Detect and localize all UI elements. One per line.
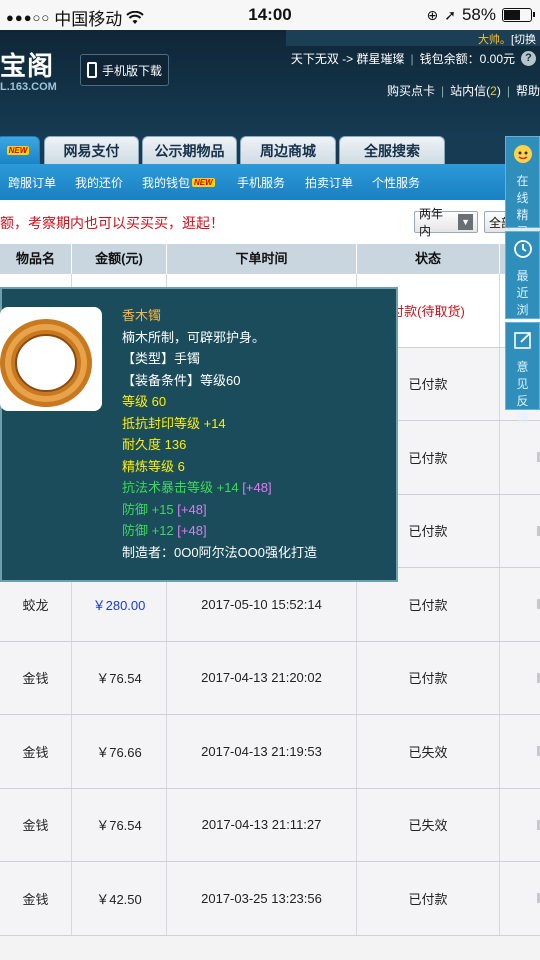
- server-path: 天下无双 -> 群星璀璨: [290, 52, 405, 66]
- subnav-mobile-service[interactable]: 手机服务: [237, 174, 285, 191]
- orders-table-header: 物品名 金额(元) 下单时间 状态: [0, 244, 540, 274]
- edit-icon: [513, 332, 531, 349]
- tab-current[interactable]: NEW: [0, 136, 40, 164]
- clock-icon: [513, 240, 532, 258]
- order-amount: ￥42.50: [72, 862, 167, 935]
- tab-netease-pay[interactable]: 网易支付: [44, 136, 139, 164]
- bracelet-item-image: [0, 307, 102, 411]
- tab-merch-store[interactable]: 周边商城: [240, 136, 336, 164]
- site-header: 宝阁 L.163.COM 手机版下载 大帅。[切换 天下无双 -> 群星璀璨 |…: [0, 30, 540, 136]
- order-status: 已付款: [357, 862, 500, 935]
- recent-browse-button[interactable]: 最近浏览: [505, 231, 540, 334]
- logo-domain: L.163.COM: [0, 81, 57, 93]
- buy-card-link[interactable]: 购买点卡: [387, 84, 435, 98]
- site-logo[interactable]: 宝阁 L.163.COM: [0, 46, 57, 93]
- rotation-lock-icon: ⊕: [426, 6, 439, 23]
- help-icon[interactable]: ?: [521, 51, 536, 66]
- subnav-auction-orders[interactable]: 拍卖订单: [305, 174, 353, 191]
- help-link[interactable]: 帮助: [516, 84, 540, 98]
- col-item-name: 物品名: [0, 244, 72, 274]
- item-name[interactable]: 金钱: [0, 862, 72, 935]
- notice-text: 额，考察期内也可以买买买，逛起！: [0, 215, 224, 231]
- item-title: 香木镯: [122, 308, 162, 323]
- time-range-select[interactable]: 两年内 ▼: [414, 207, 478, 238]
- feedback-button[interactable]: 意见反馈: [505, 322, 540, 425]
- subnav-custom-service[interactable]: 个性服务: [372, 174, 420, 191]
- user-greeting: 大帅。: [477, 34, 511, 46]
- item-tooltip: 香木镯 楠木所制，可辟邪护身。 【类型】手镯 【装备条件】等级60 等级 60 …: [0, 287, 398, 582]
- phone-icon: [86, 62, 97, 78]
- item-stat: 防御 +15 [+48]: [122, 501, 207, 517]
- battery-icon: [502, 8, 535, 22]
- table-row[interactable]: 金钱 ￥76.66 2017-04-13 21:19:53 已失效: [0, 715, 540, 789]
- new-badge: NEW: [6, 146, 30, 155]
- col-amount: 金额(元): [72, 244, 167, 274]
- inbox-count: 2: [490, 84, 497, 98]
- item-maker: 制造者：0O0阿尔法OO0强化打造: [122, 544, 318, 560]
- tab-public-items[interactable]: 公示期物品: [142, 136, 237, 164]
- col-order-time: 下单时间: [167, 244, 357, 274]
- item-requirement: 【装备条件】等级60: [122, 372, 241, 388]
- item-refine: 精炼等级 6: [122, 458, 185, 474]
- item-name[interactable]: 金钱: [0, 788, 72, 861]
- time-range-value: 两年内: [419, 207, 444, 238]
- dropdown-arrow-icon: ▼: [458, 214, 473, 230]
- item-name[interactable]: 金钱: [0, 641, 72, 714]
- notice-bar: 额，考察期内也可以买买买，逛起！ 两年内 ▼ 全部: [0, 200, 540, 244]
- subnav-my-wallet[interactable]: 我的钱包 NEW: [142, 174, 215, 191]
- feedback-label: 意见反馈: [516, 360, 529, 425]
- item-stat: 防御 +12 [+48]: [122, 523, 207, 538]
- item-stat: 抗法术暴击等级 +14 [+48]: [122, 480, 272, 495]
- location-arrow-icon: ➚: [444, 6, 456, 23]
- order-status: 已失效: [357, 788, 500, 861]
- logo-text: 宝阁: [0, 51, 55, 81]
- order-status: 已失效: [357, 715, 500, 788]
- mobile-download-button[interactable]: 手机版下载: [80, 54, 169, 86]
- battery-percent: 58%: [461, 5, 496, 24]
- mascot-avatar-icon: [513, 145, 532, 163]
- item-attributes: 香木镯 楠木所制，可辟邪护身。 【类型】手镯 【装备条件】等级60 等级 60 …: [122, 305, 317, 563]
- item-type: 【类型】手镯: [122, 351, 201, 366]
- item-name[interactable]: 金钱: [0, 715, 72, 788]
- order-amount: ￥76.54: [72, 788, 167, 861]
- order-time: 2017-04-13 21:11:27: [167, 788, 357, 861]
- table-row[interactable]: 金钱 ￥76.54 2017-04-13 21:11:27 已失效: [0, 788, 540, 862]
- battery-fill: [504, 10, 521, 20]
- order-time: 2017-03-25 13:23:56: [167, 862, 357, 935]
- status-bar: ●●●○○ 中国移动 14:00 ⊕ ➚ 58%: [0, 0, 540, 30]
- user-greeting-bar: 大帅。[切换: [286, 30, 540, 46]
- item-durability: 耐久度 136: [122, 437, 187, 452]
- table-row[interactable]: 金钱 ￥42.50 2017-03-25 13:23:56 已付款: [0, 862, 540, 936]
- inbox-link[interactable]: 站内信(2): [450, 84, 501, 98]
- item-stat: 抵抗封印等级 +14: [122, 415, 226, 431]
- header-links: 购买点卡 | 站内信(2) | 帮助: [387, 84, 540, 98]
- subnav-cross-server-orders[interactable]: 跨服订单: [8, 174, 56, 191]
- order-time: 2017-04-13 21:20:02: [167, 641, 357, 714]
- wallet-label: 钱包余额：: [419, 52, 480, 66]
- item-level: 等级 60: [122, 394, 167, 409]
- order-time: 2017-04-13 21:19:53: [167, 715, 357, 788]
- subnav-my-counteroffers[interactable]: 我的还价: [75, 174, 123, 191]
- server-info: 天下无双 -> 群星璀璨 | 钱包余额： 0.00元 ?: [291, 50, 536, 67]
- tab-server-search[interactable]: 全服搜索: [339, 136, 445, 164]
- new-badge: NEW: [192, 178, 215, 187]
- switch-account-link[interactable]: [切换: [511, 34, 536, 46]
- online-helper-button[interactable]: 在线精灵: [505, 136, 540, 239]
- order-amount: ￥76.54: [72, 641, 167, 714]
- main-tabs: NEW 网易支付 公示期物品 周边商城 全服搜索: [0, 136, 540, 164]
- order-status: 已付款: [357, 641, 500, 714]
- item-description: 楠木所制，可辟邪护身。: [122, 329, 266, 345]
- wallet-value: 0.00元: [479, 52, 515, 66]
- col-status: 状态: [357, 244, 500, 274]
- mobile-download-label: 手机版下载: [101, 63, 162, 78]
- table-row[interactable]: 金钱 ￥76.54 2017-04-13 21:20:02 已付款: [0, 641, 540, 715]
- sub-navigation: 跨服订单 我的还价 我的钱包 NEW 手机服务 拍卖订单 个性服务: [0, 164, 540, 200]
- order-amount: ￥76.66: [72, 715, 167, 788]
